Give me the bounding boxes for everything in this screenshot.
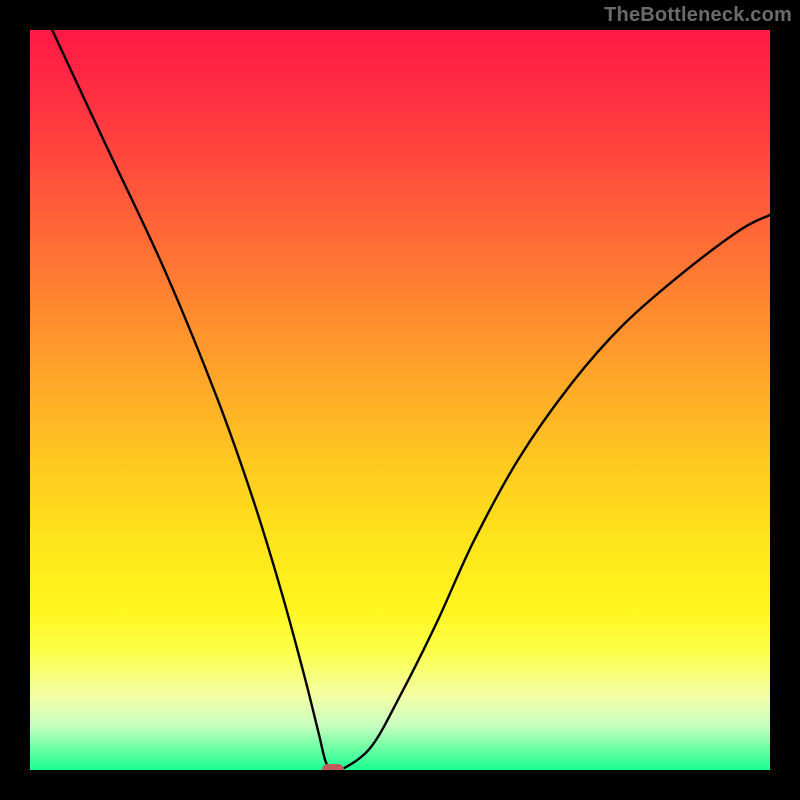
optimal-marker xyxy=(322,764,344,770)
plot-area xyxy=(30,30,770,770)
bottleneck-curve xyxy=(30,30,770,770)
chart-frame: TheBottleneck.com xyxy=(0,0,800,800)
watermark-text: TheBottleneck.com xyxy=(604,4,792,27)
